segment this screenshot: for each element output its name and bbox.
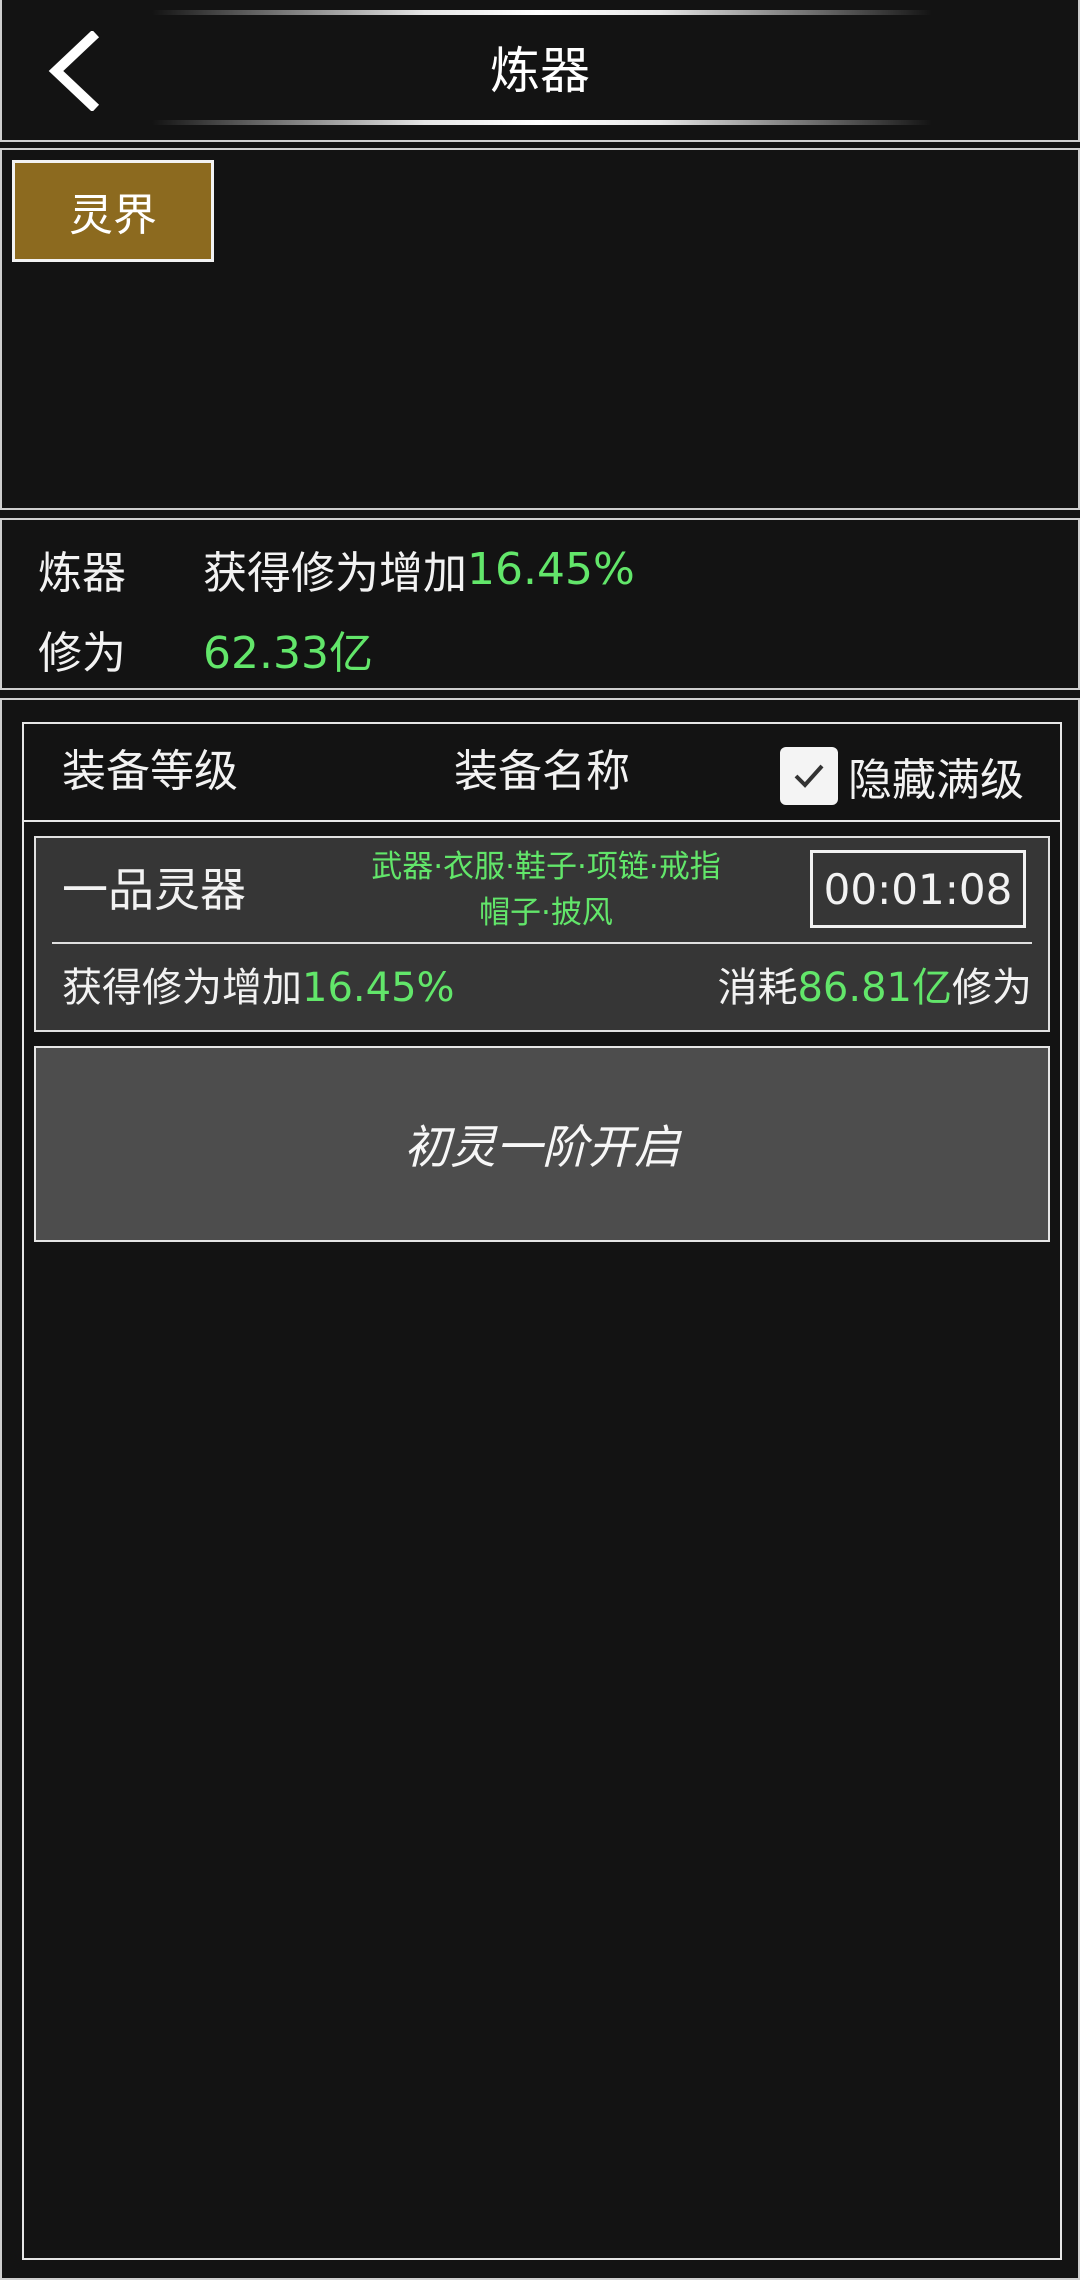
stats-panel: 炼器 获得修为增加 16.45% 修为 62.33亿	[0, 518, 1080, 690]
header-decor-line-bottom	[152, 120, 932, 125]
equipment-list[interactable]: 装备等级 装备名称 隐藏满级 一品灵器 武器·衣服·鞋子·项链·戒指 帽子·披风…	[22, 722, 1062, 2260]
check-icon	[794, 764, 824, 788]
unlock-next-tier-button[interactable]: 初灵一阶开启	[34, 1046, 1050, 1242]
hide-max-toggle[interactable]: 隐藏满级	[780, 744, 1024, 808]
refine-value: 16.45%	[467, 543, 635, 595]
cost-prefix: 消耗	[717, 965, 798, 1011]
cost-text: 消耗86.81亿修为	[717, 960, 1032, 1016]
gain-prefix: 获得修为增加	[62, 965, 302, 1011]
cost-suffix: 修为	[952, 965, 1032, 1011]
header-decor-line-top	[152, 10, 932, 15]
realm-tabs-panel: 灵界	[0, 148, 1080, 510]
equip-grade: 一品灵器	[62, 863, 246, 917]
tab-lingjie[interactable]: 灵界	[12, 160, 214, 262]
card-divider	[52, 942, 1032, 944]
countdown-timer: 00:01:08	[810, 850, 1026, 928]
gain-text: 获得修为增加16.45%	[62, 960, 455, 1016]
hide-max-label: 隐藏满级	[848, 755, 1024, 806]
hide-max-checkbox[interactable]	[780, 747, 838, 805]
equip-slots-line1: 武器·衣服·鞋子·项链·戒指	[371, 849, 721, 885]
list-item[interactable]: 一品灵器 武器·衣服·鞋子·项链·戒指 帽子·披风 00:01:08 获得修为增…	[34, 836, 1050, 1032]
list-header: 装备等级 装备名称 隐藏满级	[24, 724, 1060, 822]
equip-slots: 武器·衣服·鞋子·项链·戒指 帽子·披风	[326, 844, 766, 936]
refine-label: 炼器	[38, 548, 126, 599]
refine-prefix: 获得修为增加	[203, 548, 467, 599]
cost-value: 86.81亿	[797, 965, 952, 1011]
cultivation-label: 修为	[38, 628, 126, 679]
gain-value: 16.45%	[302, 965, 455, 1011]
page-title: 炼器	[490, 42, 590, 100]
cultivation-value: 62.33亿	[203, 628, 373, 679]
equip-slots-line2: 帽子·披风	[479, 895, 613, 931]
top-bar: 炼器	[0, 0, 1080, 142]
equipment-list-panel: 装备等级 装备名称 隐藏满级 一品灵器 武器·衣服·鞋子·项链·戒指 帽子·披风…	[0, 698, 1080, 2280]
refine-stat-row: 炼器 获得修为增加 16.45%	[38, 534, 635, 604]
cultivation-stat-row: 修为 62.33亿	[38, 614, 373, 684]
